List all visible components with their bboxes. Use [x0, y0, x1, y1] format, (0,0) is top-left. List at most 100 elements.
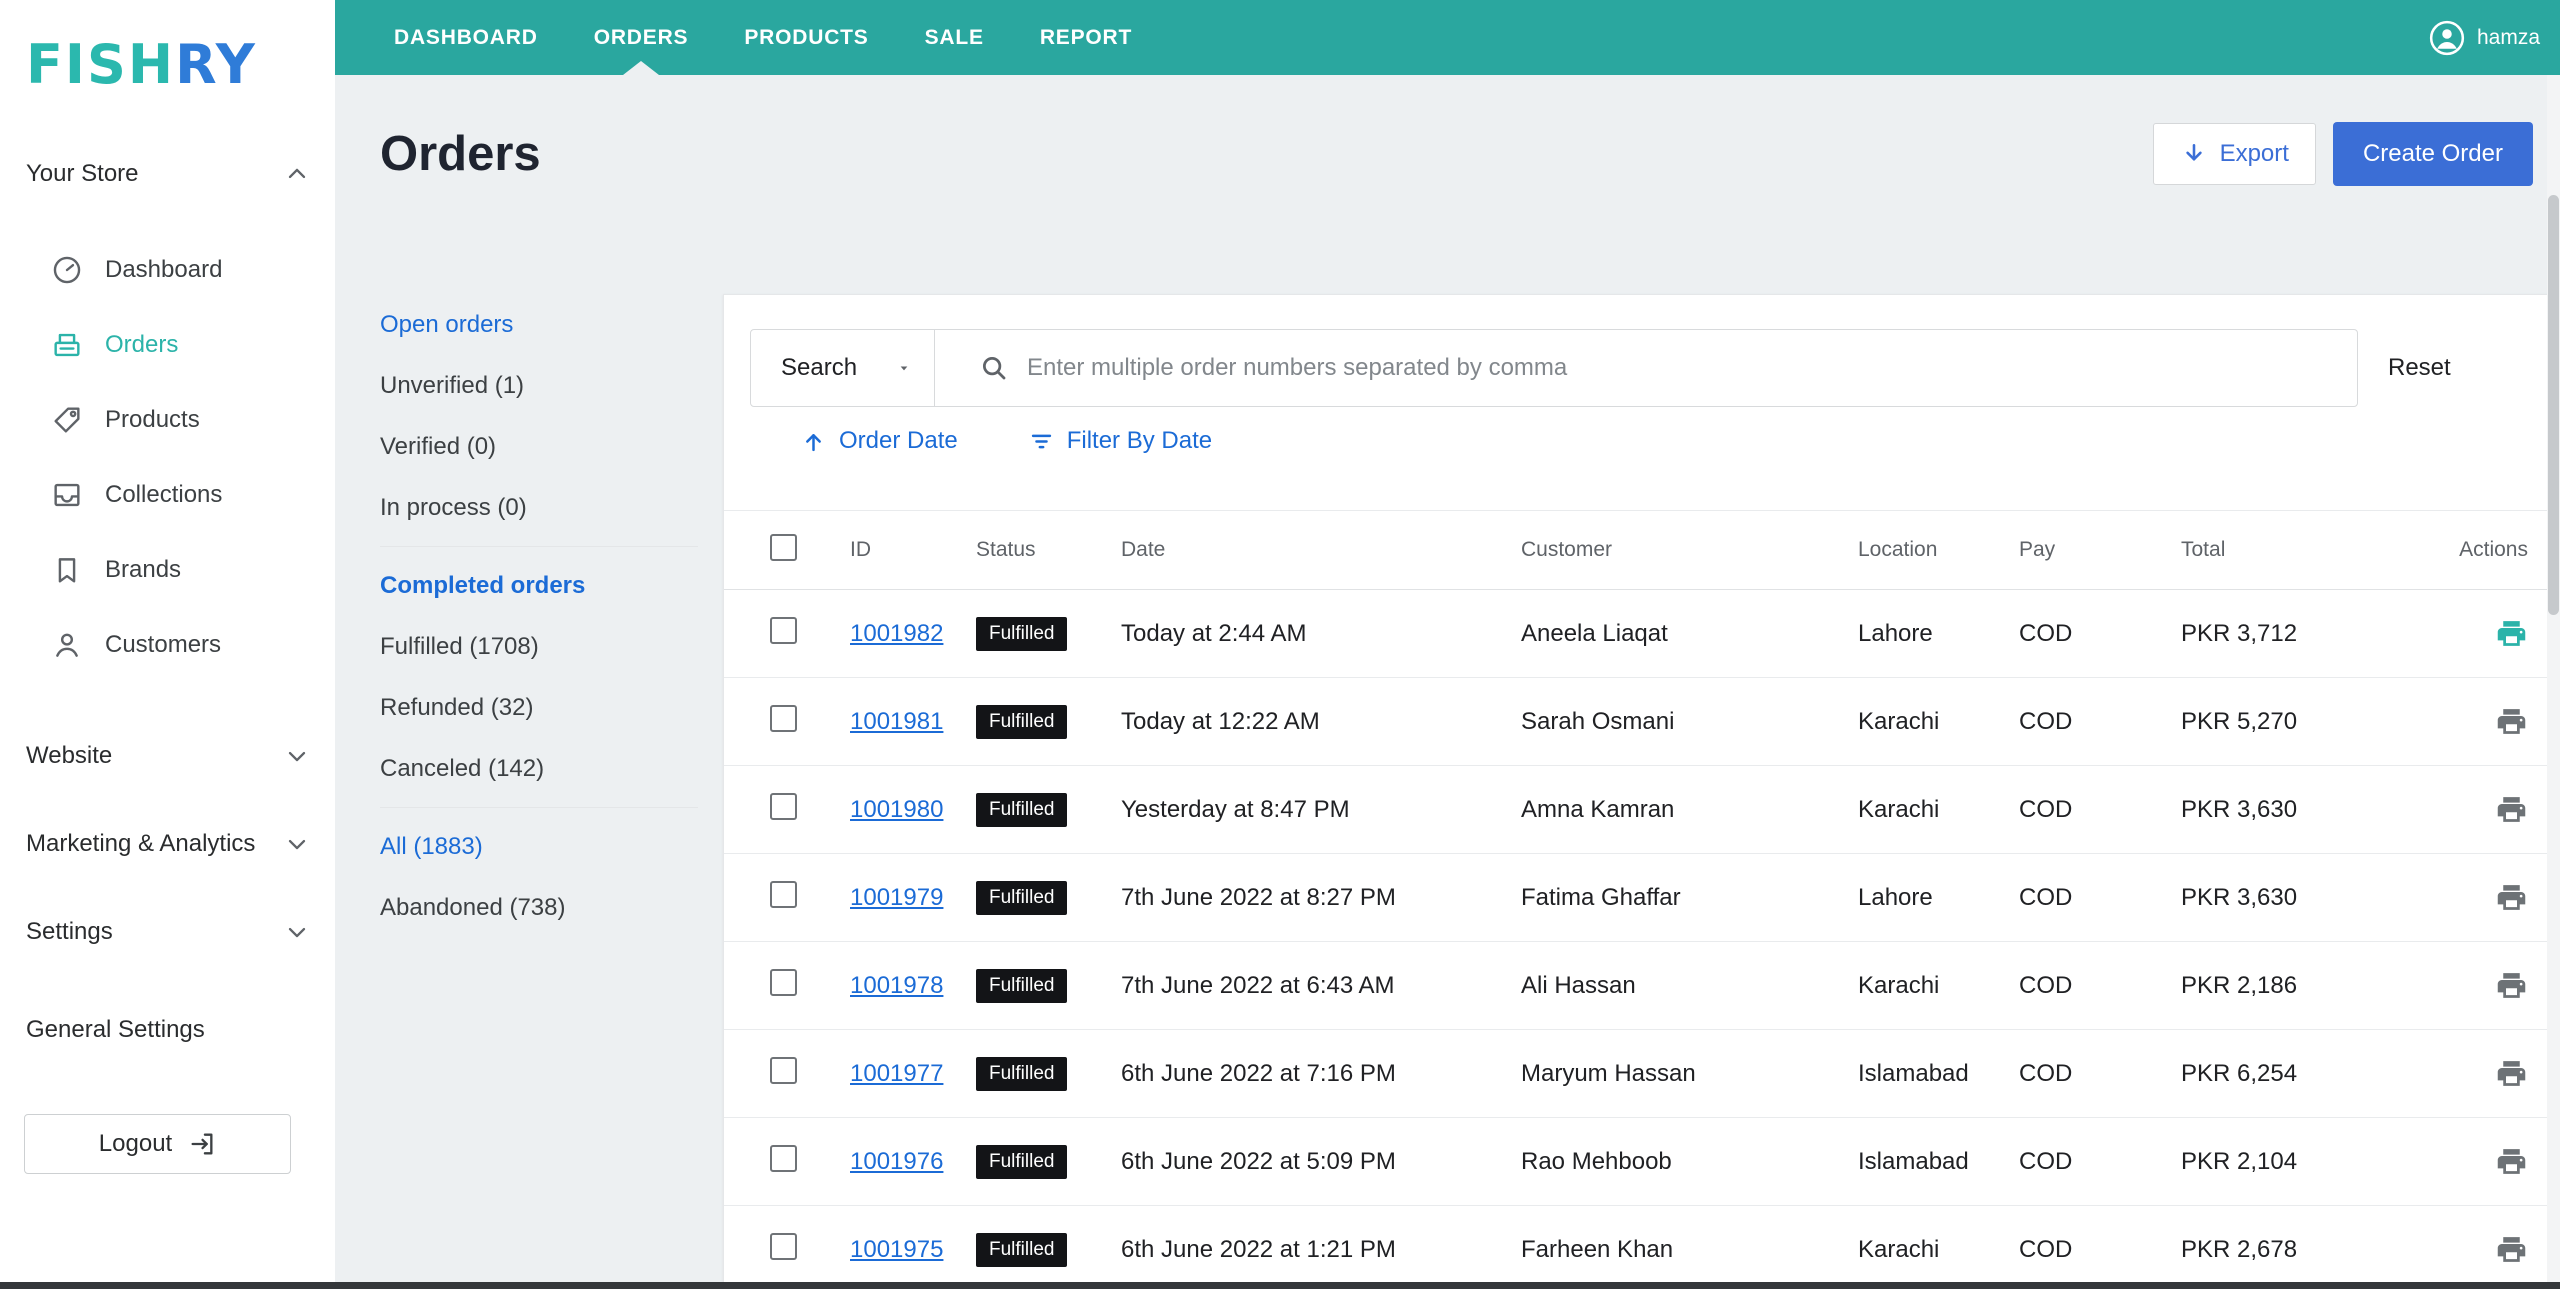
print-icon[interactable]	[2495, 705, 2528, 738]
user-avatar-icon	[2428, 19, 2466, 57]
col-header-date: Date	[1121, 538, 1521, 562]
printer-icon	[2495, 969, 2528, 1002]
filter-open-orders[interactable]: Open orders	[380, 294, 723, 355]
vertical-scrollbar[interactable]	[2547, 75, 2560, 1289]
row-checkbox[interactable]	[770, 617, 797, 644]
export-button[interactable]: Export	[2153, 123, 2316, 185]
chevron-down-icon	[283, 830, 311, 858]
inbox-icon	[50, 478, 84, 512]
select-all-checkbox[interactable]	[770, 534, 797, 561]
print-icon[interactable]	[2495, 793, 2528, 826]
nav-tab-report[interactable]: REPORT	[1012, 0, 1160, 75]
row-checkbox[interactable]	[770, 1233, 797, 1260]
row-checkbox[interactable]	[770, 1057, 797, 1084]
filter-unverified[interactable]: Unverified (1)	[380, 355, 723, 416]
order-date: 6th June 2022 at 5:09 PM	[1121, 1148, 1521, 1176]
printer-icon	[2495, 617, 2528, 650]
screen-bottom-edge	[0, 1282, 2560, 1289]
order-id-link[interactable]: 1001982	[850, 620, 943, 647]
logout-button[interactable]: Logout	[24, 1114, 291, 1174]
nav-tab-orders[interactable]: ORDERS	[566, 0, 717, 75]
gauge-icon	[50, 253, 84, 287]
filter-abandoned[interactable]: Abandoned (738)	[380, 877, 723, 938]
sidebar-item-marketing-analytics[interactable]: Marketing & Analytics	[0, 800, 335, 888]
filter-by-date[interactable]: Filter By Date	[1028, 427, 1212, 455]
print-icon[interactable]	[2495, 1233, 2528, 1266]
sidebar-item-settings[interactable]: Settings	[0, 888, 335, 976]
section-label: Website	[26, 742, 112, 770]
filter-in-process[interactable]: In process (0)	[380, 477, 723, 538]
print-icon[interactable]	[2495, 881, 2528, 914]
create-order-button[interactable]: Create Order	[2333, 122, 2533, 186]
order-id-link[interactable]: 1001975	[850, 1236, 943, 1263]
order-id-link[interactable]: 1001980	[850, 796, 943, 823]
sidebar-item-dashboard[interactable]: Dashboard	[0, 232, 335, 307]
nav-tab-label: PRODUCTS	[744, 26, 868, 50]
nav-tabs: DASHBOARD ORDERS PRODUCTS SALE REPORT	[335, 0, 1160, 75]
sidebar-item-general-settings[interactable]: General Settings	[0, 1016, 335, 1044]
order-total: PKR 3,712	[2181, 620, 2431, 648]
sidebar-item-customers[interactable]: Customers	[0, 607, 335, 682]
reset-button[interactable]: Reset	[2388, 354, 2451, 382]
order-id-link[interactable]: 1001977	[850, 1060, 943, 1087]
customer-name: Amna Kamran	[1521, 796, 1858, 824]
sidebar-item-label: Customers	[105, 631, 221, 659]
order-id-link[interactable]: 1001979	[850, 884, 943, 911]
print-icon[interactable]	[2495, 969, 2528, 1002]
order-date: 7th June 2022 at 8:27 PM	[1121, 884, 1521, 912]
header-actions: Export Create Order	[2153, 122, 2533, 186]
nav-tab-products[interactable]: PRODUCTS	[716, 0, 896, 75]
sort-order-date[interactable]: Order Date	[800, 427, 958, 455]
nav-tab-sale[interactable]: SALE	[897, 0, 1012, 75]
col-header-status: Status	[976, 538, 1121, 562]
search-box: Search	[750, 329, 2358, 407]
filter-icon	[1028, 428, 1055, 455]
date-controls: Order Date Filter By Date	[800, 427, 2560, 455]
order-location: Karachi	[1858, 972, 2019, 1000]
row-checkbox[interactable]	[770, 705, 797, 732]
row-checkbox[interactable]	[770, 793, 797, 820]
printer-icon	[2495, 881, 2528, 914]
table-row: 1001975 Fulfilled 6th June 2022 at 1:21 …	[724, 1206, 2560, 1289]
filter-canceled[interactable]: Canceled (142)	[380, 738, 723, 799]
col-header-total: Total	[2181, 538, 2431, 562]
sidebar-item-website[interactable]: Website	[0, 712, 335, 800]
user-menu[interactable]: hamza	[2428, 19, 2540, 57]
chevron-down-icon	[283, 742, 311, 770]
col-header-location: Location	[1858, 538, 2019, 562]
sidebar-item-collections[interactable]: Collections	[0, 457, 335, 532]
filter-fulfilled[interactable]: Fulfilled (1708)	[380, 616, 723, 677]
sidebar-item-products[interactable]: Products	[0, 382, 335, 457]
scrollbar-thumb[interactable]	[2548, 195, 2559, 615]
brand-logo[interactable]: FISHRY	[0, 0, 335, 96]
divider	[380, 546, 698, 547]
store-selector[interactable]: Your Store	[26, 160, 311, 188]
search-type-dropdown[interactable]: Search	[751, 330, 935, 406]
print-icon[interactable]	[2495, 1057, 2528, 1090]
filter-refunded[interactable]: Refunded (32)	[380, 677, 723, 738]
filter-verified[interactable]: Verified (0)	[380, 416, 723, 477]
status-badge: Fulfilled	[976, 705, 1067, 739]
print-icon[interactable]	[2495, 1145, 2528, 1178]
row-checkbox[interactable]	[770, 969, 797, 996]
search-type-label: Search	[781, 354, 857, 382]
logo-text-primary: FISH	[26, 33, 175, 96]
orders-register-icon	[50, 328, 84, 362]
sidebar-item-orders[interactable]: Orders	[0, 307, 335, 382]
order-id-link[interactable]: 1001976	[850, 1148, 943, 1175]
sidebar-item-brands[interactable]: Brands	[0, 532, 335, 607]
order-id-link[interactable]: 1001981	[850, 708, 943, 735]
order-total: PKR 3,630	[2181, 884, 2431, 912]
row-checkbox[interactable]	[770, 881, 797, 908]
filter-all[interactable]: All (1883)	[380, 816, 723, 877]
nav-tab-dashboard[interactable]: DASHBOARD	[366, 0, 566, 75]
order-total: PKR 2,678	[2181, 1236, 2431, 1264]
orders-panel: Search Reset Order Date Filter By Date	[723, 294, 2560, 1289]
top-navbar: DASHBOARD ORDERS PRODUCTS SALE REPORT ha…	[335, 0, 2560, 75]
order-date: Today at 12:22 AM	[1121, 708, 1521, 736]
order-search-input[interactable]	[1025, 353, 2337, 383]
print-icon[interactable]	[2495, 617, 2528, 650]
filter-completed-orders[interactable]: Completed orders	[380, 555, 723, 616]
order-id-link[interactable]: 1001978	[850, 972, 943, 999]
row-checkbox[interactable]	[770, 1145, 797, 1172]
